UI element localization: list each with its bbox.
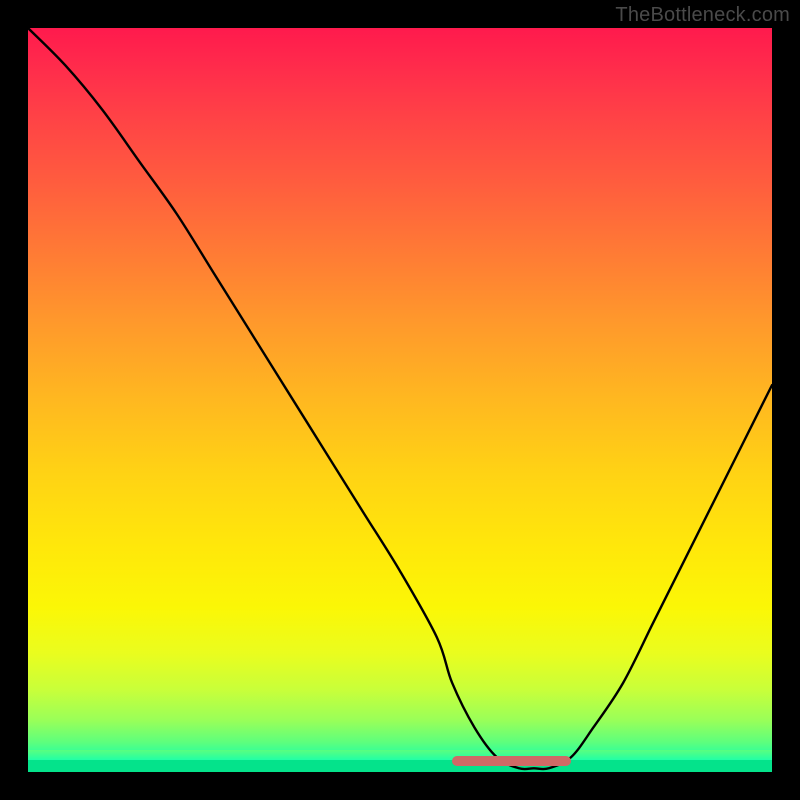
watermark-text: TheBottleneck.com [615,4,790,27]
chart-frame: TheBottleneck.com [0,0,800,800]
plot-area [28,28,772,772]
bottleneck-curve [28,28,772,772]
valley-marker [452,756,571,766]
